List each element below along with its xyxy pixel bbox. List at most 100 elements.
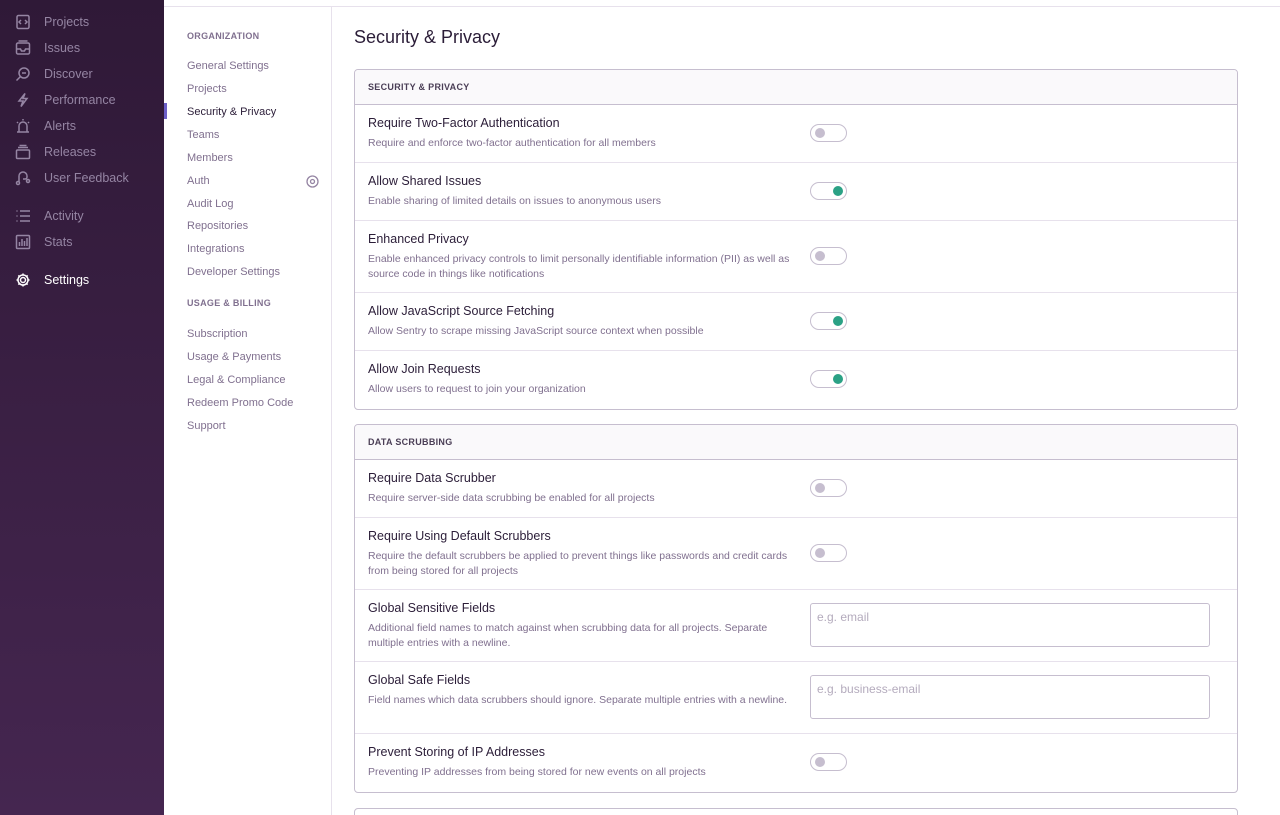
subnav-item-redeem-promo-code[interactable]: Redeem Promo Code xyxy=(187,397,293,409)
setting-row-require-data-scrubber: Require Data Scrubber Require server-sid… xyxy=(355,460,1237,518)
subnav-item-support[interactable]: Support xyxy=(187,420,226,432)
subnav-item-developer-settings[interactable]: Developer Settings xyxy=(187,266,280,278)
sidebar-item-label: Activity xyxy=(44,209,84,223)
toggle-knob xyxy=(815,251,825,261)
subnav-item-projects[interactable]: Projects xyxy=(187,83,227,95)
alerts-icon xyxy=(15,118,31,134)
panel-header: SECURITY & PRIVACY xyxy=(355,70,1237,105)
setting-row-js-source-fetching: Allow JavaScript Source Fetching Allow S… xyxy=(355,293,1237,351)
subnav-item-subscription[interactable]: Subscription xyxy=(187,328,248,340)
global-safe-fields-input[interactable]: e.g. business-email xyxy=(810,675,1210,719)
security-privacy-panel: SECURITY & PRIVACY Require Two-Factor Au… xyxy=(354,69,1238,410)
settings-subnav: ORGANIZATION General Settings Projects S… xyxy=(164,7,332,815)
sidebar-item-discover[interactable]: Discover xyxy=(0,61,164,87)
toggle-knob xyxy=(815,128,825,138)
setting-help: Allow Sentry to scrape missing JavaScrip… xyxy=(368,325,704,337)
setting-help: Enable sharing of limited details on iss… xyxy=(368,195,661,207)
setting-row-require-2fa: Require Two-Factor Authentication Requir… xyxy=(355,105,1237,163)
setting-row-enhanced-privacy: Enhanced Privacy Enable enhanced privacy… xyxy=(355,221,1237,293)
performance-icon xyxy=(15,92,31,108)
toggle-require-data-scrubber[interactable] xyxy=(810,479,847,497)
projects-icon xyxy=(15,14,31,30)
setting-label: Enhanced Privacy xyxy=(368,232,469,246)
sidebar-item-label: Projects xyxy=(44,15,90,29)
subnav-item-repositories[interactable]: Repositories xyxy=(187,220,248,232)
active-indicator xyxy=(164,103,167,119)
setting-help: Allow users to request to join your orga… xyxy=(368,383,586,395)
subnav-item-security-privacy[interactable]: Security & Privacy xyxy=(187,106,276,118)
subnav-item-auth[interactable]: Auth xyxy=(187,175,210,187)
toggle-knob xyxy=(815,757,825,767)
setting-help: Preventing IP addresses from being store… xyxy=(368,766,706,778)
setting-label: Require Using Default Scrubbers xyxy=(368,529,551,543)
subnav-item-usage-payments[interactable]: Usage & Payments xyxy=(187,351,281,363)
setting-label: Require Data Scrubber xyxy=(368,471,496,485)
data-scrubbing-panel: DATA SCRUBBING Require Data Scrubber Req… xyxy=(354,424,1238,793)
sidebar-item-projects[interactable]: Projects xyxy=(0,9,164,35)
setting-help: Require the default scrubbers be applied… xyxy=(368,550,788,577)
sidebar-item-alerts[interactable]: Alerts xyxy=(0,113,164,139)
sidebar-item-label: User Feedback xyxy=(44,171,129,185)
setting-label: Prevent Storing of IP Addresses xyxy=(368,745,545,759)
sidebar-item-label: Issues xyxy=(44,41,81,55)
setting-label: Allow JavaScript Source Fetching xyxy=(368,304,555,318)
setting-row-global-safe-fields: Global Safe Fields Field names which dat… xyxy=(355,662,1237,734)
global-sensitive-fields-input[interactable]: e.g. email xyxy=(810,603,1210,647)
setting-help: Enable enhanced privacy controls to limi… xyxy=(368,253,790,280)
setting-label: Global Safe Fields xyxy=(368,673,471,687)
releases-icon xyxy=(15,144,31,160)
settings-icon xyxy=(15,272,31,288)
toggle-default-scrubbers[interactable] xyxy=(810,544,847,562)
setting-row-prevent-ip-storage: Prevent Storing of IP Addresses Preventi… xyxy=(355,734,1237,792)
setting-row-allow-shared-issues: Allow Shared Issues Enable sharing of li… xyxy=(355,163,1237,221)
sidebar-item-label: Settings xyxy=(44,273,90,287)
sidebar-item-label: Releases xyxy=(44,145,97,159)
subnav-item-legal-compliance[interactable]: Legal & Compliance xyxy=(187,374,285,386)
discover-icon xyxy=(15,66,31,82)
toggle-require-2fa[interactable] xyxy=(810,124,847,142)
subnav-item-members[interactable]: Members xyxy=(187,152,233,164)
sidebar-item-releases[interactable]: Releases xyxy=(0,139,164,165)
toggle-knob xyxy=(815,548,825,558)
panel-header: DATA SCRUBBING xyxy=(355,425,1237,460)
subnav-item-general-settings[interactable]: General Settings xyxy=(187,60,269,72)
subnav-heading-organization: ORGANIZATION xyxy=(187,31,260,41)
toggle-allow-join-requests[interactable] xyxy=(810,370,847,388)
subnav-item-integrations[interactable]: Integrations xyxy=(187,243,244,255)
sidebar-item-label: Alerts xyxy=(44,119,76,133)
next-panel xyxy=(354,808,1238,815)
sidebar-item-settings[interactable]: Settings xyxy=(0,267,164,293)
sidebar-item-label: Discover xyxy=(44,67,93,81)
page-title: Security & Privacy xyxy=(354,27,501,47)
toggle-allow-shared-issues[interactable] xyxy=(810,182,847,200)
setting-help: Require server-side data scrubbing be en… xyxy=(368,492,655,504)
toggle-enhanced-privacy[interactable] xyxy=(810,247,847,265)
sidebar-item-issues[interactable]: Issues xyxy=(0,35,164,61)
toggle-knob xyxy=(833,316,843,326)
user-feedback-icon xyxy=(15,170,31,186)
subnav-heading-billing: USAGE & BILLING xyxy=(187,298,272,308)
issues-icon xyxy=(15,40,31,56)
activity-icon xyxy=(15,208,31,224)
sidebar-item-performance[interactable]: Performance xyxy=(0,87,164,113)
primary-sidebar: Projects Issues Discover Performance Ale… xyxy=(0,0,164,815)
toggle-knob xyxy=(833,186,843,196)
sidebar-item-activity[interactable]: Activity xyxy=(0,203,164,229)
setting-help: Field names which data scrubbers should … xyxy=(368,694,788,706)
setting-label: Global Sensitive Fields xyxy=(368,601,496,615)
toggle-js-source-fetching[interactable] xyxy=(810,312,847,330)
sidebar-item-label: Stats xyxy=(44,235,73,249)
sidebar-item-stats[interactable]: Stats xyxy=(0,229,164,255)
sidebar-item-user-feedback[interactable]: User Feedback xyxy=(0,165,164,191)
subnav-item-teams[interactable]: Teams xyxy=(187,129,219,141)
stats-icon xyxy=(15,234,31,250)
setting-row-global-sensitive-fields: Global Sensitive Fields Additional field… xyxy=(355,590,1237,662)
setting-label: Require Two-Factor Authentication xyxy=(368,116,560,130)
subnav-item-audit-log[interactable]: Audit Log xyxy=(187,198,233,210)
setting-label: Allow Shared Issues xyxy=(368,174,482,188)
toggle-prevent-ip-storage[interactable] xyxy=(810,753,847,771)
lock-icon xyxy=(306,175,319,188)
toggle-knob xyxy=(815,483,825,493)
setting-row-allow-join-requests: Allow Join Requests Allow users to reque… xyxy=(355,351,1237,409)
setting-label: Allow Join Requests xyxy=(368,362,481,376)
